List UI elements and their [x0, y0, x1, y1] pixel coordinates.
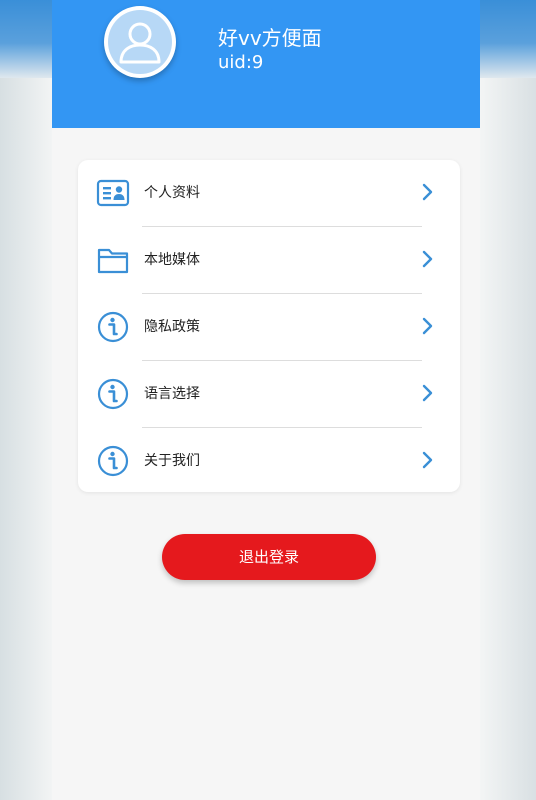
chevron-right-icon — [422, 249, 434, 269]
chevron-right-icon — [422, 383, 434, 403]
menu-label-language: 语言选择 — [144, 386, 200, 402]
menu-item-about-us[interactable]: 关于我们 — [78, 428, 460, 494]
chevron-right-icon — [422, 450, 434, 470]
menu-label-profile: 个人资料 — [144, 185, 200, 201]
menu-item-language[interactable]: 语言选择 — [78, 361, 460, 427]
avatar[interactable] — [104, 6, 176, 78]
menu-item-privacy-policy[interactable]: 隐私政策 — [78, 294, 460, 360]
settings-menu: 个人资料 本地媒体 隐私政策 语言选择 关于我们 — [78, 160, 460, 492]
logout-button[interactable]: 退出登录 — [162, 534, 376, 580]
menu-label-privacy-policy: 隐私政策 — [144, 319, 200, 335]
info-icon — [96, 444, 130, 478]
profile-screen: 好vv方便面 uid:9 个人资料 本地媒体 隐私政策 语言选择 关于我们 退出… — [52, 0, 480, 800]
user-name: 好vv方便面 — [218, 26, 322, 50]
chevron-right-icon — [422, 182, 434, 202]
user-uid: uid:9 — [218, 52, 264, 73]
background-right-band — [480, 78, 536, 800]
profile-header: 好vv方便面 uid:9 — [52, 0, 480, 128]
user-avatar-icon — [108, 10, 172, 74]
chevron-right-icon — [422, 316, 434, 336]
background-left-band — [0, 78, 52, 800]
menu-label-local-media: 本地媒体 — [144, 252, 200, 268]
info-icon — [96, 377, 130, 411]
menu-label-about-us: 关于我们 — [144, 453, 200, 469]
menu-item-local-media[interactable]: 本地媒体 — [78, 227, 460, 293]
id-card-icon — [96, 176, 130, 210]
folder-icon — [96, 243, 130, 277]
info-icon — [96, 310, 130, 344]
menu-item-profile[interactable]: 个人资料 — [78, 160, 460, 226]
